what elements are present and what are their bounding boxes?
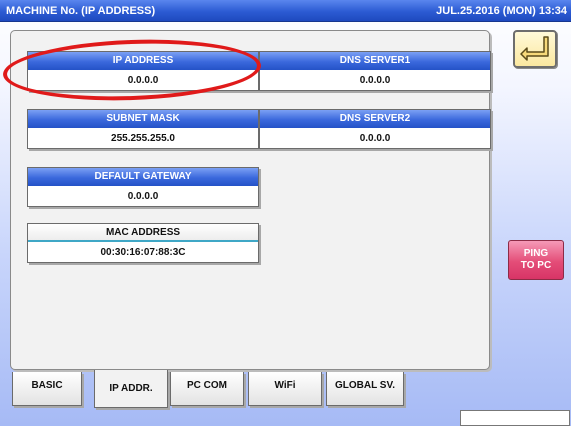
- ip-address-field[interactable]: IP ADDRESS 0.0.0.0: [27, 51, 259, 91]
- mac-address-value: 00:30:16:07:88:3C: [100, 247, 186, 258]
- ping-to-pc-button[interactable]: PING TO PC: [508, 240, 564, 280]
- default-gateway-label: DEFAULT GATEWAY: [28, 168, 258, 186]
- dns-server2-value: 0.0.0.0: [359, 133, 391, 144]
- tab-global-sv[interactable]: GLOBAL SV.: [326, 372, 404, 406]
- back-button[interactable]: [513, 30, 557, 68]
- dns-server1-value: 0.0.0.0: [359, 75, 391, 86]
- dns-server2-label: DNS SERVER2: [260, 110, 490, 128]
- title-bar: MACHINE No. (IP ADDRESS) JUL.25.2016 (MO…: [0, 0, 571, 22]
- settings-panel: IP ADDRESS 0.0.0.0 SUBNET MASK 255.255.2…: [10, 30, 491, 370]
- default-gateway-field[interactable]: DEFAULT GATEWAY 0.0.0.0: [27, 167, 259, 207]
- status-box: [460, 410, 570, 426]
- tab-ip-addr[interactable]: IP ADDR.: [94, 370, 168, 408]
- default-gateway-value: 0.0.0.0: [127, 191, 159, 202]
- ip-address-value: 0.0.0.0: [127, 75, 159, 86]
- mac-address-label: MAC ADDRESS: [28, 224, 258, 242]
- subnet-mask-value: 255.255.255.0: [111, 133, 175, 144]
- to-pc-label: TO PC: [520, 260, 552, 271]
- dns-server1-field[interactable]: DNS SERVER1 0.0.0.0: [259, 51, 491, 91]
- tab-pc-com[interactable]: PC COM: [170, 372, 244, 406]
- date-time: JUL.25.2016 (MON) 13:34: [436, 4, 567, 17]
- tab-basic[interactable]: BASIC: [12, 372, 82, 406]
- tab-wifi[interactable]: WiFi: [248, 372, 322, 406]
- subnet-mask-field[interactable]: SUBNET MASK 255.255.255.0: [27, 109, 259, 149]
- mac-address-field: MAC ADDRESS 00:30:16:07:88:3C: [27, 223, 259, 263]
- screen-title: MACHINE No. (IP ADDRESS): [6, 4, 156, 17]
- dns-server2-field[interactable]: DNS SERVER2 0.0.0.0: [259, 109, 491, 149]
- ping-label: PING: [523, 248, 549, 259]
- return-arrow-icon: [520, 36, 549, 61]
- subnet-mask-label: SUBNET MASK: [28, 110, 258, 128]
- dns-server1-label: DNS SERVER1: [260, 52, 490, 70]
- ip-address-label: IP ADDRESS: [28, 52, 258, 70]
